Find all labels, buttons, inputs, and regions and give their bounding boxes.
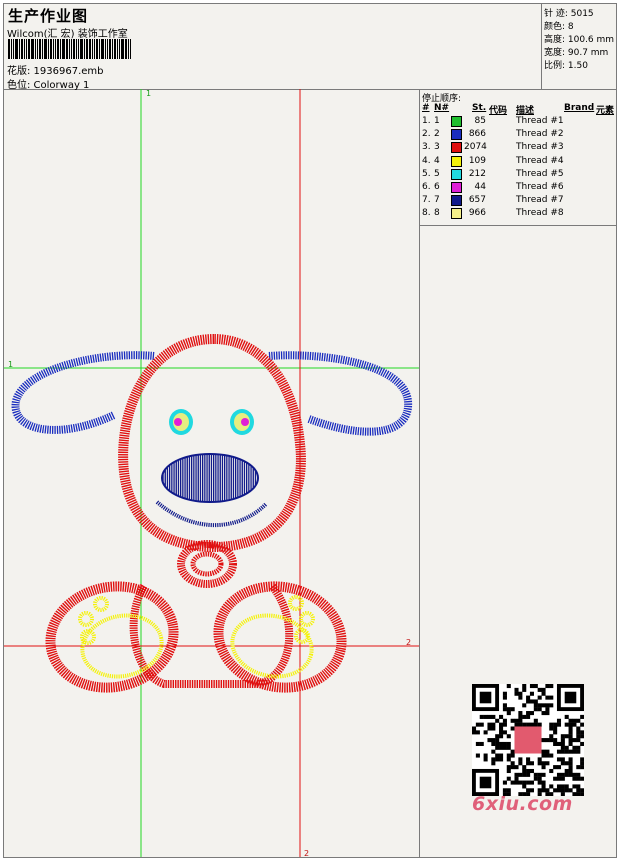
thread-color-swatch: [451, 129, 462, 141]
thread-index: 2.: [422, 129, 431, 140]
thread-description: Thread #8: [516, 208, 564, 219]
qr-code-image: [472, 684, 585, 797]
barcode: [8, 39, 145, 59]
thread-color-swatch: [451, 208, 462, 220]
col-elem: 元素: [596, 106, 615, 116]
thread-row: 4. 4 109 Thread #4: [420, 155, 616, 169]
stat-height: 高度: 100.6 mm: [544, 35, 615, 45]
thread-index: 3.: [422, 142, 431, 153]
dog-ears: [11, 351, 413, 436]
col-brand: Brand: [564, 103, 595, 113]
thread-row: 2. 2 866 Thread #2: [420, 129, 616, 142]
dog-head: [118, 333, 306, 553]
thread-stitches: 109: [468, 155, 486, 166]
header: 生产作业图 Wilcom(汇 宏) 装饰工作室 花版: 1936967.emb …: [4, 4, 617, 91]
thread-description: Thread #1: [516, 116, 564, 126]
dog-mouth: [155, 500, 268, 528]
thread-row: 7. 7 657 Thread #7: [420, 195, 616, 208]
page-title: 生产作业图: [8, 7, 89, 25]
col-n: N#: [434, 103, 450, 113]
thread-description: Thread #7: [516, 195, 564, 206]
embroidery-design: 1 1 2 2: [4, 89, 419, 857]
dog-feet: [45, 581, 347, 693]
thread-number: 3: [434, 142, 440, 153]
thread-stitches: 212: [468, 168, 486, 179]
thread-number: 5: [434, 168, 440, 179]
design-file: 花版: 1936967.emb: [7, 66, 104, 77]
design-canvas[interactable]: 1 1 2 2: [4, 89, 420, 857]
thread-row: 6. 6 44 Thread #6: [420, 182, 616, 195]
stat-width: 宽度: 90.7 mm: [544, 48, 609, 58]
thread-description: Thread #5: [516, 168, 564, 179]
thread-number: 1: [434, 116, 440, 126]
dog-body: [129, 540, 294, 688]
thread-description: Thread #4: [516, 155, 564, 166]
guide-label-v2: 2: [304, 849, 309, 857]
thread-stitches: 85: [474, 116, 486, 126]
thread-description: Thread #3: [516, 142, 564, 153]
thread-stitches: 44: [474, 182, 486, 192]
stat-colors: 颜色: 8: [544, 22, 574, 32]
col-code: 代码: [489, 106, 508, 116]
qr-code[interactable]: [472, 684, 585, 797]
guide-label-h2: 2: [406, 638, 411, 647]
thread-color-swatch: [451, 168, 462, 180]
thread-color-swatch: [451, 182, 462, 193]
thread-number: 7: [434, 195, 440, 206]
thread-table-header: # N# St. 代码 描述 Brand 元素: [420, 103, 616, 116]
col-st: St.: [472, 103, 487, 113]
guide-label-v1: 1: [146, 89, 151, 98]
production-sheet: 生产作业图 Wilcom(汇 宏) 装饰工作室 花版: 1936967.emb …: [3, 3, 617, 858]
thread-index: 8.: [422, 208, 431, 219]
dog-paw-pads: [78, 595, 315, 679]
thread-number: 6: [434, 182, 440, 192]
thread-index: 1.: [422, 116, 431, 126]
thread-index: 4.: [422, 155, 431, 166]
thread-stitches: 657: [468, 195, 486, 206]
watermark: 6xiu.com: [472, 793, 573, 815]
thread-stitches: 2074: [464, 142, 487, 153]
thread-row: 3. 3 2074 Thread #3: [420, 142, 616, 155]
thread-color-swatch: [451, 142, 462, 154]
guide-label-h1: 1: [8, 360, 13, 369]
thread-index: 5.: [422, 168, 431, 179]
thread-number: 8: [434, 208, 440, 219]
thread-number: 2: [434, 129, 440, 140]
dog-eyes: [169, 409, 254, 435]
thread-description: Thread #2: [516, 129, 564, 140]
design-stats: 针 迹: 5015 颜色: 8 高度: 100.6 mm 宽度: 90.7 mm…: [541, 4, 617, 89]
thread-row: 1. 1 85 Thread #1: [420, 116, 616, 129]
thread-row: 8. 8 966 Thread #8: [420, 208, 616, 221]
thread-panel: 停止顺序: # N# St. 代码 描述 Brand 元素 1. 1 85 Threa…: [420, 89, 616, 857]
panel-divider: [420, 225, 616, 226]
col-desc: 描述: [516, 106, 535, 116]
thread-row: 5. 5 212 Thread #5: [420, 168, 616, 182]
dog-nose: [161, 453, 259, 503]
col-hash: #: [422, 103, 430, 113]
thread-number: 4: [434, 155, 440, 166]
thread-color-swatch: [451, 195, 462, 207]
thread-index: 6.: [422, 182, 431, 192]
thread-stitches: 966: [468, 208, 486, 219]
stat-stitches: 针 迹: 5015: [544, 9, 594, 19]
company-name: Wilcom(汇 宏) 装饰工作室: [7, 29, 128, 40]
stat-scale: 比例: 1.50: [544, 61, 588, 71]
thread-color-swatch: [451, 155, 462, 167]
thread-index: 7.: [422, 195, 431, 206]
thread-color-swatch: [451, 116, 462, 127]
thread-description: Thread #6: [516, 182, 564, 192]
thread-stitches: 866: [468, 129, 486, 140]
